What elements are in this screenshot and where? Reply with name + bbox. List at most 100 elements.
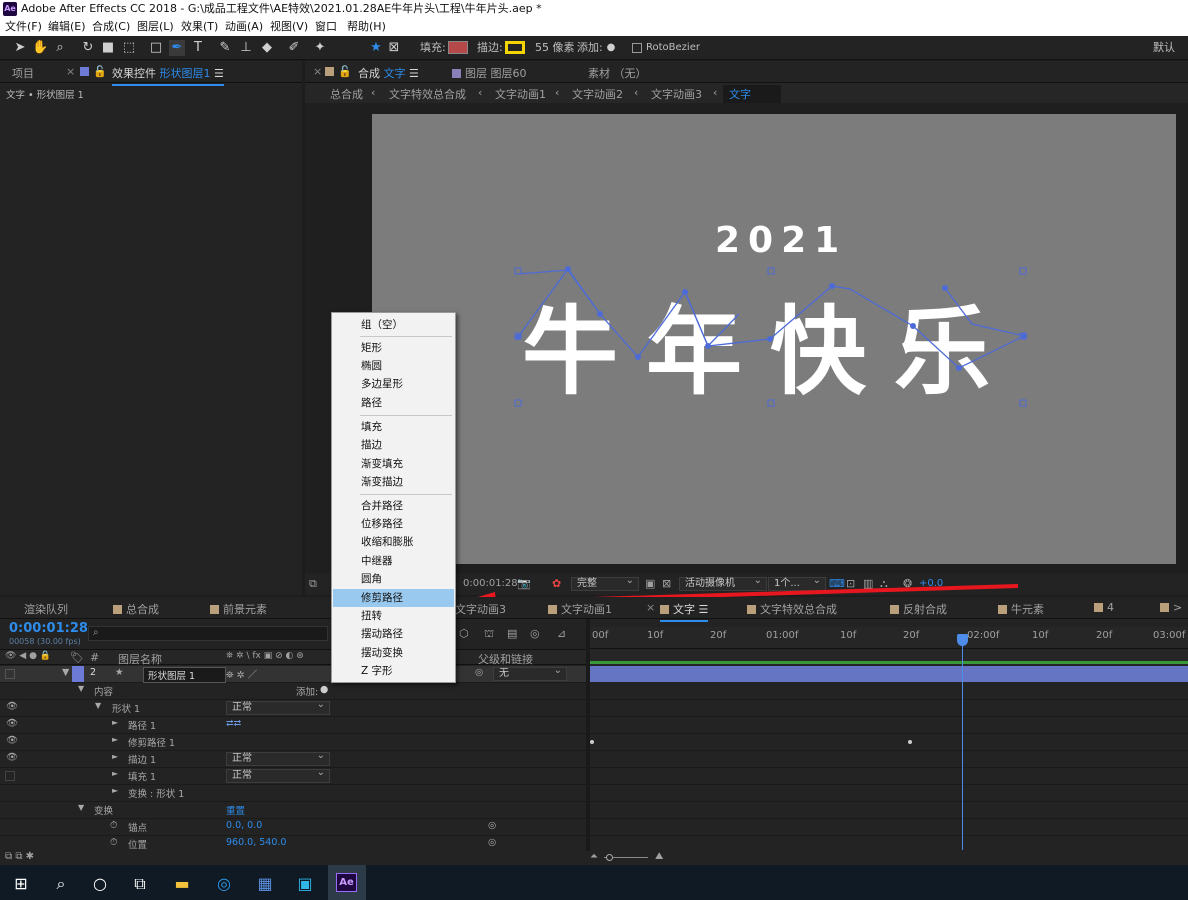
menu-item-twist[interactable]: 扭转 xyxy=(333,607,454,625)
visibility-toggle[interactable] xyxy=(5,771,15,781)
crumb-3[interactable]: 文字动画2 xyxy=(572,86,623,102)
expand-arrow-icon[interactable]: ▼ xyxy=(78,684,84,693)
menu-composition[interactable]: 合成(C) xyxy=(92,18,130,36)
menu-item-ellipse[interactable]: 椭圆 xyxy=(333,357,454,375)
shy-icon[interactable]: ⛫ xyxy=(484,627,494,642)
rotate-tool-icon[interactable]: ↻ xyxy=(80,40,96,56)
hand-tool-icon[interactable]: ✋ xyxy=(32,40,48,56)
expand-arrow-icon[interactable]: ▼ xyxy=(95,701,101,710)
layer-name-header[interactable]: 图层名称 xyxy=(118,651,162,667)
tab-layer[interactable]: 图层 图层60 xyxy=(452,65,527,81)
star-icon[interactable]: ★ xyxy=(368,40,384,56)
keyframe[interactable] xyxy=(908,740,912,744)
eye-icon[interactable]: 👁 xyxy=(6,735,18,746)
stroke-width[interactable]: 55 像素 xyxy=(535,40,575,56)
windows-icon[interactable]: ⊞ xyxy=(8,871,34,897)
comp-close-icon[interactable]: × xyxy=(313,65,322,78)
camera-tool-icon[interactable]: ■ xyxy=(100,40,116,56)
anchor-value[interactable]: 0.0, 0.0 xyxy=(226,820,262,831)
tab-main-comp[interactable]: 总合成 xyxy=(113,601,159,617)
shape-transform-row[interactable]: ► 变换 : 形状 1 xyxy=(0,785,586,802)
playhead-handle[interactable] xyxy=(957,634,968,646)
shape-group-row[interactable]: 👁 ▼ 形状 1 正常 xyxy=(0,699,586,717)
graph-editor-icon[interactable]: ⊿ xyxy=(557,627,566,640)
menu-item-zig-zag[interactable]: Z 字形 xyxy=(333,662,454,680)
menu-item-round-corners[interactable]: 圆角 xyxy=(333,570,454,588)
pan-behind-tool-icon[interactable]: ⬚ xyxy=(121,40,137,56)
menu-animation[interactable]: 动画(A) xyxy=(225,18,263,36)
stopwatch-icon[interactable]: ⏱ xyxy=(110,837,117,848)
tab-text-effect-comp[interactable]: 文字特效总合成 xyxy=(747,601,837,617)
menu-item-gradient-stroke[interactable]: 渐变描边 xyxy=(333,473,454,491)
stroke-row[interactable]: 👁 ► 描边 1 正常 xyxy=(0,750,586,768)
menu-item-offset-paths[interactable]: 位移路径 xyxy=(333,515,454,533)
menu-file[interactable]: 文件(F) xyxy=(5,18,42,36)
layer-duration-bar[interactable] xyxy=(590,666,1188,682)
tab-render-queue[interactable]: 渲染队列 xyxy=(24,601,68,617)
menu-item-polystar[interactable]: 多边星形 xyxy=(333,375,454,393)
tab-project[interactable]: 项目 xyxy=(12,65,34,81)
eye-icon[interactable]: 👁 xyxy=(6,752,18,763)
puppet-tool-icon[interactable]: ✦ xyxy=(312,40,328,56)
transform-row[interactable]: ▼ 变换 重置 xyxy=(0,802,586,819)
tab-foreground[interactable]: 前景元素 xyxy=(210,601,267,617)
reset-link[interactable]: 重置 xyxy=(226,803,245,817)
tab-text-anim1[interactable]: 文字动画1 xyxy=(548,601,612,617)
lock-icon[interactable]: 🔓 xyxy=(80,65,107,78)
contents-row[interactable]: ▼ 内容 添加: ● xyxy=(0,683,586,700)
crumb-2[interactable]: 文字动画1 xyxy=(495,86,546,102)
pen-tool-icon[interactable]: ✒ xyxy=(169,40,185,56)
layer-switches-icon[interactable]: ⛯ ✲ ／ xyxy=(226,667,257,681)
collapse-arrow-icon[interactable]: ► xyxy=(112,718,118,727)
add-button-icon[interactable]: ● xyxy=(320,684,328,695)
anchor-pickwhip-icon[interactable]: ◎ xyxy=(488,820,496,831)
collapse-arrow-icon[interactable]: ► xyxy=(112,769,118,778)
work-area-bar[interactable] xyxy=(590,649,1188,665)
crumb-5[interactable]: 文字 xyxy=(723,85,781,103)
timeline-search-input[interactable]: ⌕ xyxy=(88,626,328,641)
position-value[interactable]: 960.0, 540.0 xyxy=(226,837,286,848)
tab-4[interactable]: 4 xyxy=(1094,601,1114,614)
timeline-timecode[interactable]: 0:00:01:28 xyxy=(9,621,88,636)
menu-item-wiggle-transform[interactable]: 摆动变换 xyxy=(333,644,454,662)
position-pickwhip-icon[interactable]: ◎ xyxy=(488,837,496,848)
crumb-0[interactable]: 总合成 xyxy=(330,86,363,102)
explorer-icon[interactable]: ▬ xyxy=(169,871,195,897)
path-row[interactable]: 👁 ► 路径 1 ⮂⮂ xyxy=(0,717,586,734)
zoom-out-icon[interactable]: ⏶ xyxy=(590,851,598,862)
path-direction-icon[interactable]: ⮂⮂ xyxy=(226,718,241,729)
motion-blur-icon[interactable]: ◎ xyxy=(530,627,540,640)
stroke-color-swatch[interactable] xyxy=(505,41,525,54)
parent-header[interactable]: 父级和链接 xyxy=(478,651,533,667)
tab-footage[interactable]: 素材 （无） xyxy=(588,65,647,81)
time-ruler[interactable]: 00f 10f 20f 01:00f 10f 20f 02:00f 10f 20… xyxy=(590,627,1188,649)
zoom-in-icon[interactable]: ⛰ xyxy=(655,851,663,862)
tab-reflection[interactable]: 反射合成 xyxy=(890,601,947,617)
menu-item-repeater[interactable]: 中继器 xyxy=(333,552,454,570)
layer-row[interactable]: ▼ 2 ★ 形状图层 1 ⛯ ✲ ／ ◎ 无 xyxy=(0,665,586,683)
menu-item-trim-paths[interactable]: 修剪路径 xyxy=(333,589,454,607)
playhead-line[interactable] xyxy=(962,634,963,850)
eye-icon[interactable]: 👁 xyxy=(6,718,18,729)
fill-color-swatch[interactable] xyxy=(448,41,468,54)
shape-path-overlay[interactable] xyxy=(372,114,1176,564)
task-view-icon[interactable]: ⧉ xyxy=(127,871,153,897)
app2-icon[interactable]: ▣ xyxy=(292,871,318,897)
parent-pickwhip-icon[interactable]: ◎ xyxy=(475,667,483,678)
layer-name[interactable]: 形状图层 1 xyxy=(143,667,227,683)
rectangle-tool-icon[interactable]: □ xyxy=(148,40,164,56)
ae-taskbar-active[interactable]: Ae xyxy=(328,865,366,900)
crumb-1[interactable]: 文字特效总合成 xyxy=(389,86,466,102)
crumb-4[interactable]: 文字动画3 xyxy=(651,86,702,102)
menu-item-merge-paths[interactable]: 合并路径 xyxy=(333,497,454,515)
menu-item-group[interactable]: 组（空） xyxy=(333,316,454,334)
search-icon[interactable]: ⌕ xyxy=(48,871,74,897)
trim-paths-row[interactable]: 👁 ► 修剪路径 1 xyxy=(0,734,586,751)
zoom-tool-icon[interactable]: ⌕ xyxy=(52,40,68,56)
edge-icon[interactable]: ◎ xyxy=(211,871,237,897)
draft3d-icon[interactable]: ⬡ xyxy=(459,627,469,640)
menu-item-wiggle-paths[interactable]: 摆动路径 xyxy=(333,625,454,643)
tab-more[interactable]: > xyxy=(1160,601,1182,614)
add-menu-icon[interactable]: ● xyxy=(603,40,619,56)
layer-label-color[interactable] xyxy=(72,666,84,682)
